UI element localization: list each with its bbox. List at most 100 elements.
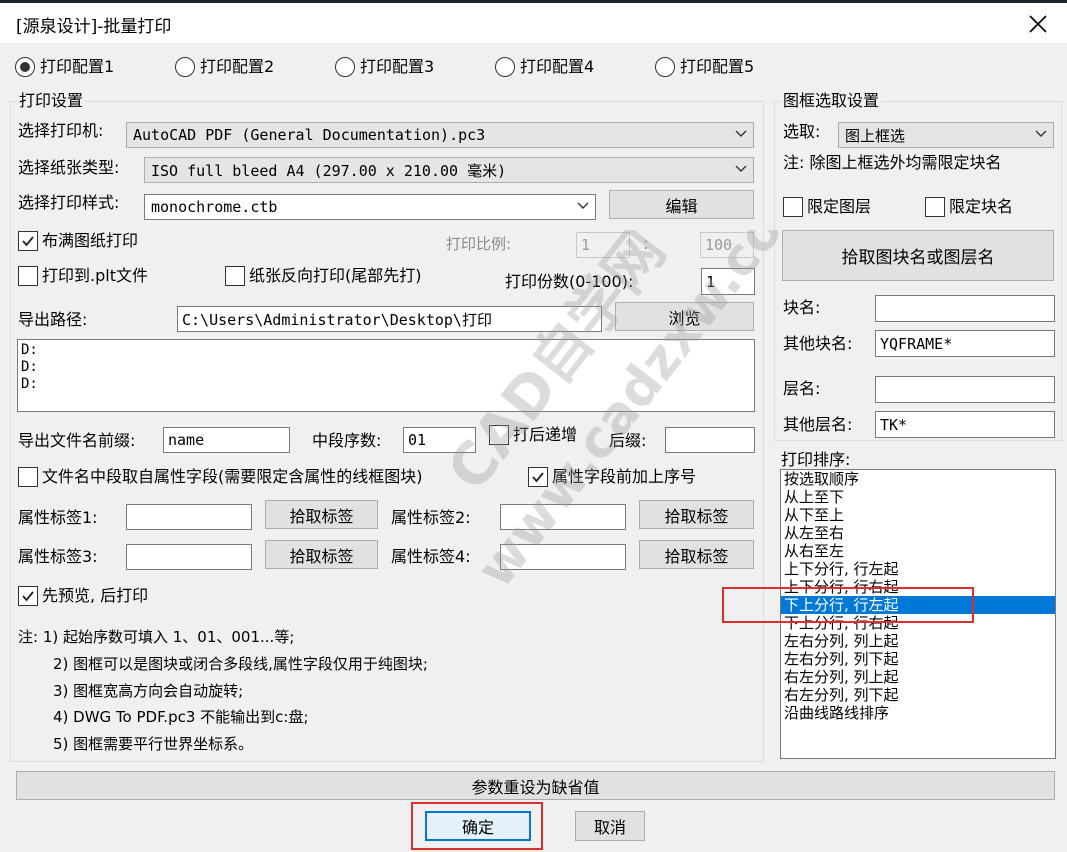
block-name-input[interactable]: [875, 295, 1055, 322]
close-button[interactable]: [1012, 6, 1064, 42]
note-line: 5) 图框需要平行世界坐标系。: [53, 735, 254, 753]
pick-tag1-button[interactable]: 拾取标签: [265, 500, 378, 529]
attr-seq-label: 属性字段前加上序号: [552, 467, 697, 486]
ok-highlight-box: [411, 802, 543, 850]
plt-checkbox[interactable]: 打印到.plt文件: [18, 266, 148, 286]
limit-block-checkbox[interactable]: 限定块名: [925, 197, 1013, 217]
tag1-input[interactable]: [126, 504, 252, 530]
radio-circle: [495, 57, 515, 77]
layer-name-label: 层名:: [783, 379, 821, 398]
note-line: 注: 1) 起始序数可填入 1、01、001...等;: [18, 628, 295, 646]
cancel-button[interactable]: 取消: [575, 811, 645, 841]
order-item[interactable]: 从下至上: [781, 506, 1055, 524]
pick-block-layer-button[interactable]: 拾取图块名或图层名: [782, 230, 1054, 281]
order-item[interactable]: 按选取顺序: [781, 470, 1055, 488]
path-history-list[interactable]: D: D: D:: [17, 339, 755, 412]
order-item[interactable]: 从左至右: [781, 524, 1055, 542]
checkbox-box: [925, 197, 945, 217]
tag2-input[interactable]: [500, 504, 626, 530]
preview-checkbox[interactable]: 先预览, 后打印: [18, 586, 148, 606]
scale-denominator-input[interactable]: 100: [700, 232, 754, 258]
prefix-input[interactable]: name: [163, 427, 290, 453]
style-select[interactable]: monochrome.ctb: [144, 194, 596, 220]
order-item[interactable]: 左右分列, 列上起: [781, 632, 1055, 650]
checkmark-icon: [22, 591, 34, 602]
reset-defaults-button[interactable]: 参数重设为缺省值: [16, 771, 1055, 800]
paper-label: 选择纸张类型:: [18, 158, 120, 177]
fit-paper-checkbox[interactable]: 布满图纸打印: [18, 231, 138, 251]
mid-input[interactable]: 01: [403, 427, 476, 453]
config-radio-5[interactable]: 打印配置5: [655, 57, 754, 77]
order-item[interactable]: 左右分列, 列下起: [781, 650, 1055, 668]
preview-label: 先预览, 后打印: [42, 586, 149, 605]
config-radio-1[interactable]: 打印配置1: [15, 57, 114, 77]
pick-tag3-button[interactable]: 拾取标签: [265, 540, 378, 569]
order-item[interactable]: 上下分行, 行左起: [781, 560, 1055, 578]
other-layer-input[interactable]: TK*: [875, 411, 1055, 438]
note-line: 4) DWG To PDF.pc3 不能输出到c:盘;: [53, 708, 309, 726]
limit-layer-label: 限定图层: [807, 197, 872, 216]
select-mode-select[interactable]: 图上框选: [838, 122, 1054, 148]
checkbox-box: [18, 586, 38, 606]
tag2-label: 属性标签2:: [391, 508, 471, 527]
scale-numerator-input[interactable]: 1: [576, 232, 630, 258]
config-label: 打印配置3: [360, 57, 435, 76]
checkbox-box: [18, 231, 38, 251]
other-block-input[interactable]: YQFRAME*: [875, 330, 1055, 357]
selection-highlight-box: [722, 587, 974, 623]
order-item[interactable]: 右左分列, 列下起: [781, 686, 1055, 704]
checkbox-box: [528, 467, 548, 487]
select-mode-value: 图上框选: [845, 126, 906, 145]
increment-checkbox[interactable]: 打后递增: [489, 425, 577, 445]
pick-tag4-button[interactable]: 拾取标签: [639, 540, 754, 569]
printer-value: AutoCAD PDF (General Documentation).pc3: [133, 126, 486, 144]
attr-mid-checkbox[interactable]: 文件名中段取自属性字段(需要限定含属性的线框图块): [18, 467, 423, 487]
checkbox-box: [489, 425, 509, 445]
scale-separator: :: [643, 234, 649, 253]
config-radio-2[interactable]: 打印配置2: [175, 57, 274, 77]
order-item[interactable]: 右左分列, 列上起: [781, 668, 1055, 686]
print-settings-group-label: 打印设置: [17, 91, 86, 111]
radio-circle: [335, 57, 355, 77]
order-item[interactable]: 从右至左: [781, 542, 1055, 560]
checkmark-icon: [532, 472, 544, 483]
chevron-down-icon: [735, 130, 747, 137]
tag3-label: 属性标签3:: [18, 547, 98, 566]
fit-paper-label: 布满图纸打印: [42, 231, 139, 250]
config-radio-4[interactable]: 打印配置4: [495, 57, 594, 77]
limit-block-label: 限定块名: [949, 197, 1014, 216]
suffix-input[interactable]: [665, 427, 755, 453]
attr-seq-checkbox[interactable]: 属性字段前加上序号: [528, 467, 696, 487]
order-item[interactable]: 沿曲线路线排序: [781, 704, 1055, 722]
tag1-label: 属性标签1:: [18, 508, 98, 527]
browse-button[interactable]: 浏览: [615, 302, 754, 331]
chevron-down-icon: [577, 202, 589, 209]
note-line: 3) 图框宽高方向会自动旋转;: [53, 682, 244, 700]
select-mode-label: 选取:: [783, 122, 821, 141]
edit-button[interactable]: 编辑: [609, 190, 754, 219]
reverse-checkbox[interactable]: 纸张反向打印(尾部先打): [225, 266, 422, 286]
paper-select[interactable]: ISO full bleed A4 (297.00 x 210.00 毫米): [144, 157, 754, 183]
mid-label: 中段序数:: [312, 431, 382, 450]
path-input[interactable]: C:\Users\Administrator\Desktop\打印: [177, 306, 602, 332]
chevron-down-icon: [735, 165, 747, 172]
attr-mid-label: 文件名中段取自属性字段(需要限定含属性的线框图块): [42, 467, 423, 486]
printer-label: 选择打印机:: [18, 121, 104, 140]
order-label: 打印排序:: [781, 450, 851, 469]
prefix-label: 导出文件名前缀:: [18, 431, 136, 450]
checkbox-box: [18, 266, 38, 286]
copies-input[interactable]: 1: [701, 268, 755, 295]
limit-layer-checkbox[interactable]: 限定图层: [783, 197, 871, 217]
path-label: 导出路径:: [18, 310, 88, 329]
tag3-input[interactable]: [126, 544, 252, 570]
printer-select[interactable]: AutoCAD PDF (General Documentation).pc3: [126, 122, 754, 148]
reverse-label: 纸张反向打印(尾部先打): [249, 266, 422, 285]
config-radio-3[interactable]: 打印配置3: [335, 57, 434, 77]
layer-name-input[interactable]: [875, 376, 1055, 403]
config-label: 打印配置5: [680, 57, 755, 76]
pick-tag2-button[interactable]: 拾取标签: [639, 500, 754, 529]
tag4-input[interactable]: [500, 544, 626, 570]
config-label: 打印配置4: [520, 57, 595, 76]
config-label: 打印配置2: [200, 57, 275, 76]
order-item[interactable]: 从上至下: [781, 488, 1055, 506]
